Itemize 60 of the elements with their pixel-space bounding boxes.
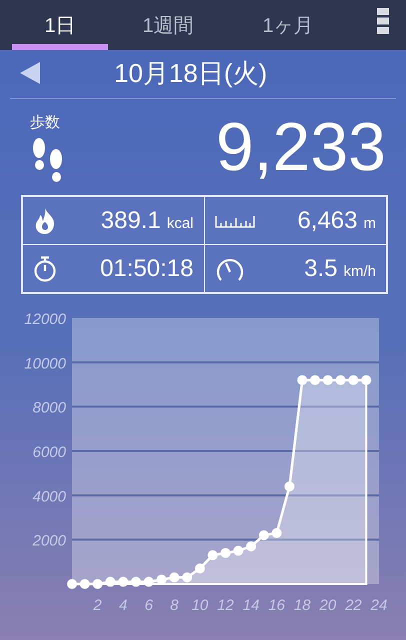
x-axis-label: 20: [320, 597, 336, 614]
data-point: [246, 541, 256, 552]
data-point: [80, 579, 90, 589]
data-point: [258, 530, 269, 540]
x-axis-label: 10: [192, 597, 208, 614]
data-point: [297, 375, 308, 386]
tab[interactable]: 1ヶ月: [228, 0, 348, 50]
data-point: [169, 572, 180, 582]
x-axis-label: 16: [268, 597, 285, 614]
data-point: [284, 481, 294, 492]
unit-label: m: [364, 214, 376, 232]
flame-icon: [33, 208, 57, 234]
y-axis-label: 6000: [32, 444, 66, 461]
data-point: [194, 563, 205, 574]
x-axis-label: 12: [217, 597, 234, 614]
x-axis-label: 18: [294, 597, 311, 614]
x-axis-label: 4: [119, 597, 128, 614]
tab[interactable]: 1週間: [108, 0, 228, 50]
y-axis-label: 10000: [24, 355, 66, 372]
stat-value: 01:50:18: [100, 254, 194, 282]
data-point: [105, 576, 116, 587]
step-count: 9,233: [216, 111, 386, 183]
unit-label: km/h: [343, 262, 376, 280]
stopwatch-icon: [33, 256, 57, 282]
y-axis-label: 12000: [24, 311, 66, 328]
data-point: [361, 375, 372, 386]
x-axis-label: 14: [242, 597, 260, 614]
stat-value: 389.1: [100, 206, 161, 234]
tab[interactable]: 1日: [12, 0, 108, 50]
data-point: [233, 546, 244, 556]
data-point: [272, 528, 282, 538]
x-axis-label: 6: [144, 597, 153, 614]
data-point: [310, 375, 320, 386]
data-point: [220, 548, 230, 558]
x-axis-label: 22: [345, 597, 362, 614]
data-point: [208, 550, 218, 560]
data-point: [156, 574, 167, 585]
y-axis-label: 8000: [32, 400, 66, 417]
stat-value: 6,463: [297, 206, 358, 234]
data-point: [118, 576, 128, 587]
x-axis-label: 24: [370, 597, 388, 614]
unit-label: kcal: [166, 214, 194, 232]
date-title: 10月18日(火): [114, 56, 268, 90]
y-axis-label: 2000: [32, 532, 66, 550]
data-point: [130, 576, 141, 587]
data-point: [144, 576, 154, 587]
y-axis-label: 4000: [32, 488, 66, 506]
stat-value: 3.5: [304, 254, 338, 282]
data-point: [182, 572, 192, 582]
data-point: [348, 375, 358, 386]
x-axis-label: 8: [170, 597, 178, 614]
ruler-icon: [214, 214, 254, 228]
menu-icon[interactable]: [377, 8, 389, 34]
steps-label: 歩数: [30, 113, 60, 132]
data-point: [336, 375, 346, 386]
data-point: [322, 375, 333, 386]
data-point: [67, 579, 77, 589]
x-axis-label: 2: [93, 597, 102, 614]
data-point: [92, 579, 103, 589]
back-arrow-icon[interactable]: [20, 62, 40, 84]
